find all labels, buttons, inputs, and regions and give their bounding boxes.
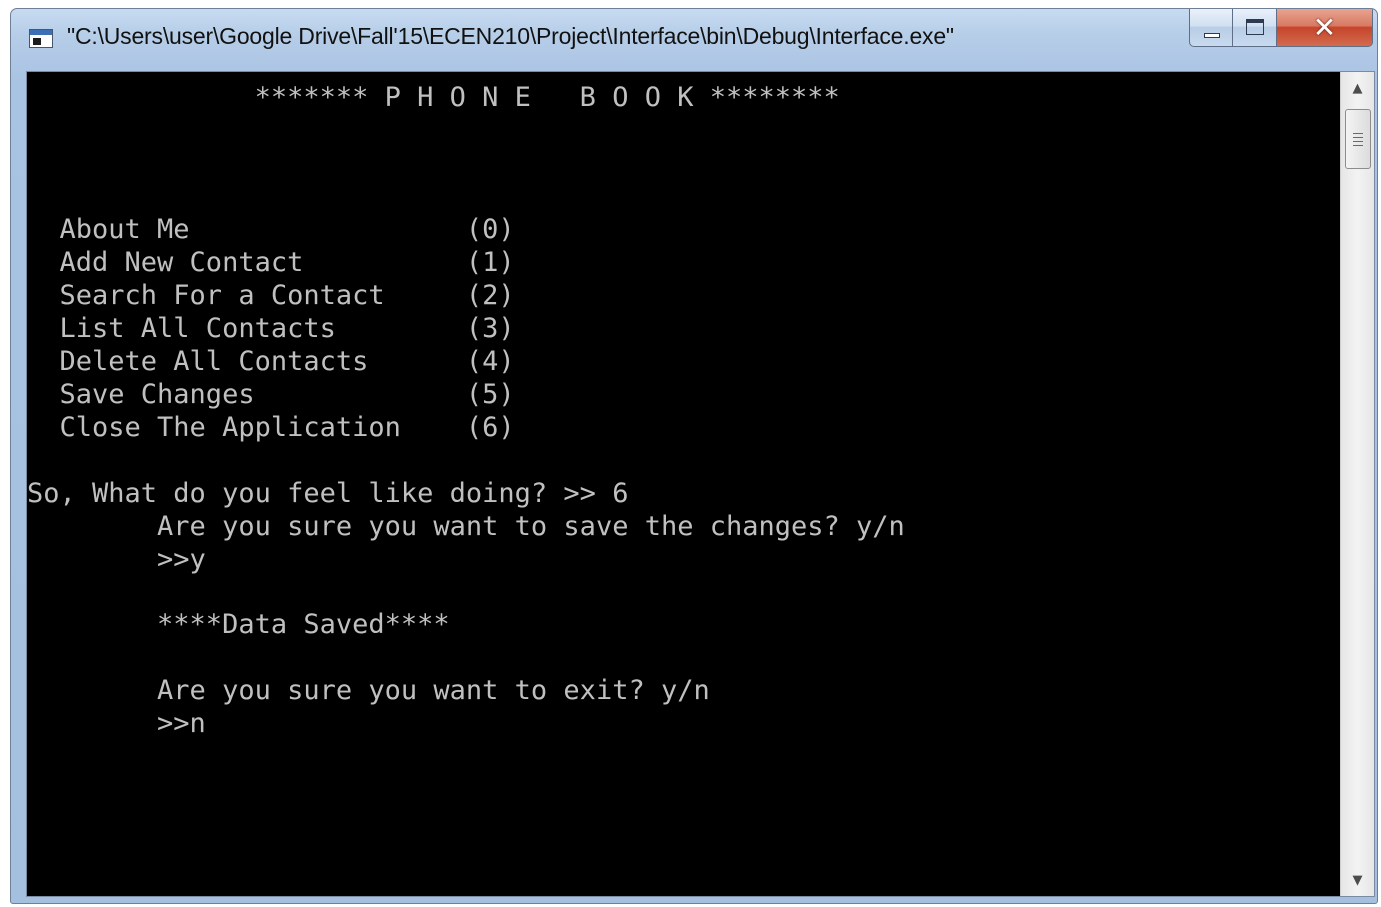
scroll-up-arrow-icon[interactable]: ▲	[1341, 72, 1374, 104]
minimize-icon	[1204, 33, 1220, 38]
menu-item-delete-all-contacts: Delete All Contacts (4)	[27, 346, 515, 377]
maximize-button[interactable]	[1233, 9, 1277, 47]
menu-item-add-new-contact: Add New Contact (1)	[27, 247, 515, 278]
scroll-down-arrow-icon[interactable]: ▼	[1341, 864, 1374, 896]
save-confirmation-answer: >>y	[27, 544, 206, 575]
save-confirmation-question: Are you sure you want to save the change…	[27, 511, 905, 542]
choice-prompt: So, What do you feel like doing? >> 6	[27, 478, 629, 509]
menu-item-search-contact: Search For a Contact (2)	[27, 280, 515, 311]
maximize-icon	[1246, 19, 1264, 35]
thumb-grip-line	[1353, 141, 1363, 142]
console-app-icon[interactable]	[29, 29, 53, 48]
caption-buttons: ✕	[1189, 9, 1373, 49]
vertical-scrollbar[interactable]: ▲ ▼	[1340, 72, 1374, 896]
close-icon: ✕	[1312, 11, 1337, 44]
console-client-area: ******* P H O N E B O O K ******** About…	[26, 71, 1375, 897]
menu-item-save-changes: Save Changes (5)	[27, 379, 515, 410]
thumb-grip-line	[1353, 133, 1363, 134]
exit-confirmation-answer: >>n	[27, 708, 206, 739]
console-output[interactable]: ******* P H O N E B O O K ******** About…	[27, 72, 1342, 896]
thumb-grip-line	[1353, 137, 1363, 138]
title-bar[interactable]: "C:\Users\user\Google Drive\Fall'15\ECEN…	[11, 9, 1377, 71]
thumb-grip-line	[1353, 145, 1363, 146]
exit-confirmation-question: Are you sure you want to exit? y/n	[27, 675, 710, 706]
scrollbar-thumb[interactable]	[1345, 109, 1371, 169]
close-button[interactable]: ✕	[1277, 9, 1373, 47]
phone-book-header: ******* P H O N E B O O K ********	[27, 82, 840, 113]
window-title: "C:\Users\user\Google Drive\Fall'15\ECEN…	[67, 23, 954, 49]
data-saved-message: ****Data Saved****	[27, 609, 450, 640]
menu-item-list-all-contacts: List All Contacts (3)	[27, 313, 515, 344]
menu-item-close-application: Close The Application (6)	[27, 412, 515, 443]
minimize-button[interactable]	[1189, 9, 1233, 47]
console-window: "C:\Users\user\Google Drive\Fall'15\ECEN…	[10, 8, 1378, 904]
menu-item-about-me: About Me (0)	[27, 214, 515, 245]
